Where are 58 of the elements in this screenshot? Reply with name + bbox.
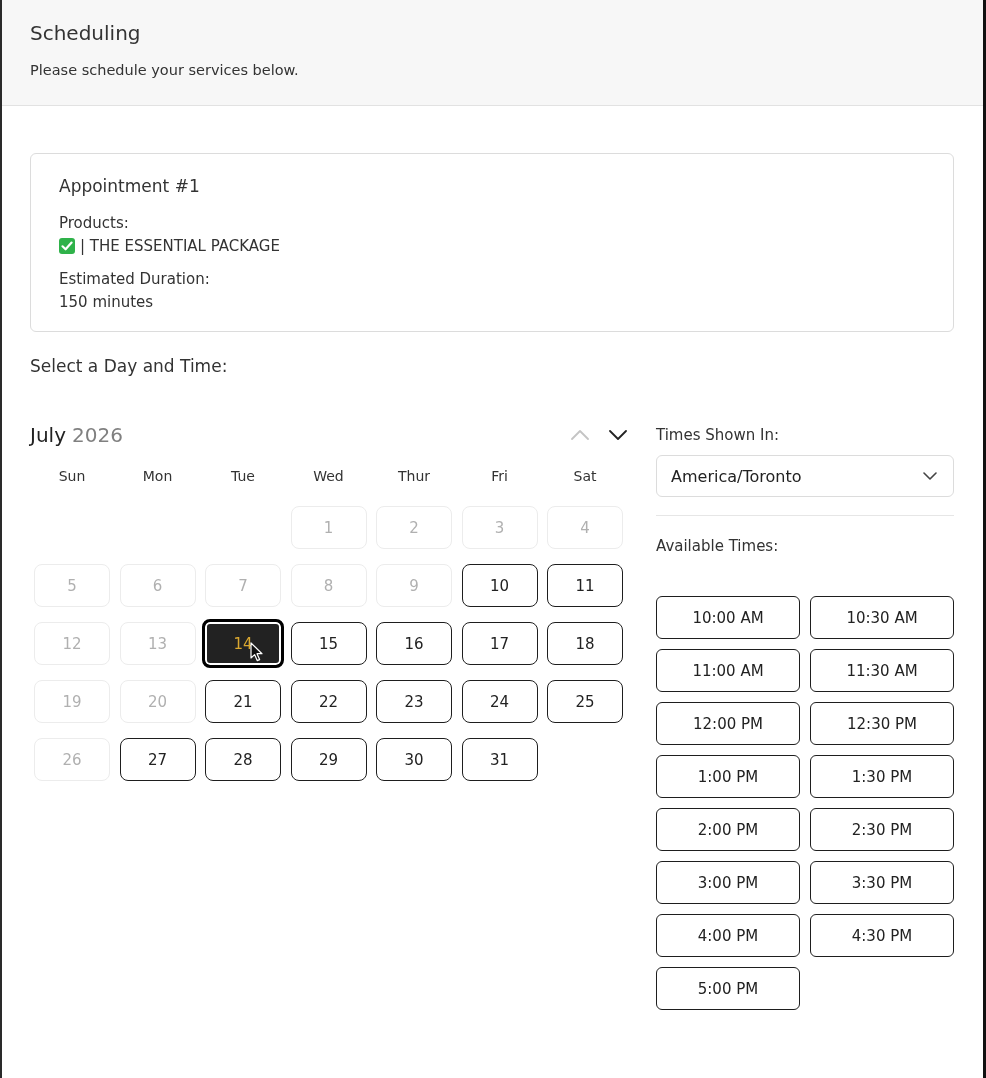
calendar-day[interactable]: 14 — [202, 619, 284, 668]
calendar-day[interactable]: 27 — [119, 738, 196, 781]
month-label: July — [30, 423, 66, 447]
calendar-day[interactable]: 16 — [376, 622, 452, 665]
calendar-day[interactable]: 23 — [376, 680, 452, 723]
time-slot-button[interactable]: 12:30 PM — [810, 702, 954, 745]
calendar-day[interactable]: 22 — [290, 680, 367, 723]
year-label: 2026 — [71, 423, 123, 447]
time-slot-button[interactable]: 4:30 PM — [810, 914, 954, 957]
weekday-label: Thur — [396, 467, 432, 486]
calendar-day[interactable]: 10 — [461, 564, 538, 607]
time-slot-button[interactable]: 2:00 PM — [656, 808, 800, 851]
weekday-label: Mon — [141, 467, 174, 486]
calendar-day[interactable]: 29 — [290, 738, 367, 781]
time-slot-button[interactable]: 11:30 AM — [810, 649, 954, 692]
weekday-label: Wed — [312, 467, 345, 486]
product-name: | THE ESSENTIAL PACKAGE — [80, 236, 280, 256]
time-slot-button[interactable]: 12:00 PM — [656, 702, 800, 745]
calendar-day[interactable]: 25 — [547, 680, 623, 723]
calendar-day[interactable]: 24 — [461, 680, 538, 723]
calendar-day[interactable]: 18 — [547, 622, 623, 665]
duration-label: Estimated Duration: — [59, 269, 211, 289]
time-slot-button[interactable]: 3:00 PM — [656, 861, 800, 904]
timezone-dropdown[interactable]: America/Toronto — [656, 455, 954, 497]
chevron-up-icon — [571, 429, 589, 441]
calendar-day[interactable]: 17 — [461, 622, 538, 665]
calendar-day[interactable]: 21 — [205, 680, 281, 723]
weekday-label: Sun — [57, 467, 87, 486]
appointment-title: Appointment #1 — [59, 175, 201, 198]
mouse-pointer-icon — [250, 642, 263, 662]
duration-value: 150 minutes — [59, 292, 155, 312]
weekday-label: Fri — [490, 467, 509, 486]
weekday-label: Sat — [572, 467, 598, 486]
time-slot-button[interactable]: 1:30 PM — [810, 755, 954, 798]
calendar-day[interactable]: 11 — [547, 564, 623, 607]
section-heading: Select a Day and Time: — [30, 355, 229, 378]
time-slot-button[interactable]: 11:00 AM — [656, 649, 800, 692]
page-title: Scheduling — [30, 20, 142, 46]
next-month-button[interactable] — [609, 429, 627, 441]
time-slot-button[interactable]: 5:00 PM — [656, 967, 800, 1010]
calendar-day[interactable]: 15 — [290, 622, 367, 665]
time-slot-button[interactable]: 10:30 AM — [810, 596, 954, 639]
available-times-label: Available Times: — [656, 536, 780, 556]
time-slot-button[interactable]: 3:30 PM — [810, 861, 954, 904]
time-slot-button[interactable]: 10:00 AM — [656, 596, 800, 639]
timezone-label: Times Shown In: — [656, 425, 781, 445]
chevron-down-icon — [923, 472, 937, 480]
products-label: Products: — [59, 213, 130, 233]
weekday-label: Tue — [230, 467, 256, 486]
time-slot-button[interactable]: 4:00 PM — [656, 914, 800, 957]
time-slot-button[interactable]: 1:00 PM — [656, 755, 800, 798]
calendar-day[interactable]: 30 — [376, 738, 452, 781]
checkmark-icon — [59, 238, 75, 254]
time-slot-button[interactable]: 2:30 PM — [810, 808, 954, 851]
calendar-day[interactable]: 31 — [461, 738, 538, 781]
page-subtitle: Please schedule your services below. — [30, 61, 300, 80]
chevron-down-icon — [609, 429, 627, 441]
calendar-day[interactable]: 28 — [205, 738, 281, 781]
